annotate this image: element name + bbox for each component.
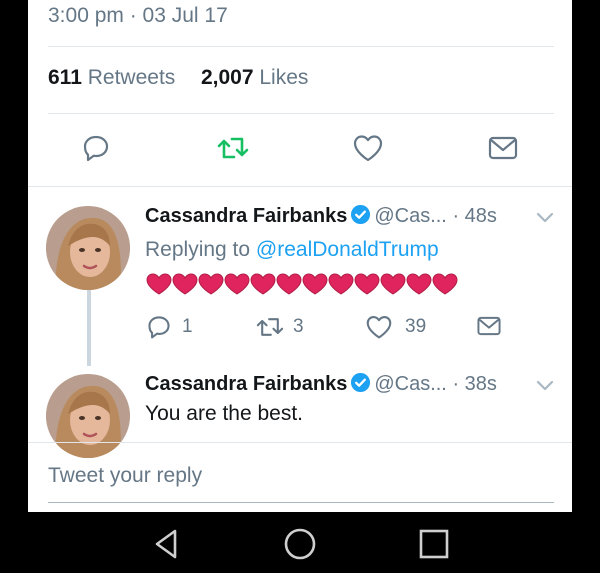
verified-badge-icon <box>351 372 371 393</box>
heart-emoji-icon <box>198 273 224 295</box>
retweets-stat[interactable]: 611 Retweets <box>48 66 175 89</box>
retweet-icon <box>217 137 249 159</box>
dm-action[interactable] <box>476 314 502 338</box>
reply-button[interactable] <box>76 126 116 170</box>
reply-input-underline <box>48 502 554 503</box>
android-nav-bar <box>0 512 600 573</box>
tweet-stats: 611 Retweets 2,007 Likes <box>48 66 308 90</box>
avatar[interactable] <box>46 206 130 290</box>
likes-stat[interactable]: 2,007 Likes <box>201 66 308 89</box>
chevron-down-icon[interactable] <box>536 212 554 224</box>
divider <box>48 46 554 47</box>
heart-emoji-icon <box>354 273 380 295</box>
tweet-timestamp: 3:00 pm · 03 Jul 17 <box>48 4 228 27</box>
heart-emoji-icon <box>432 273 458 295</box>
tweet-detail-screen: 3:00 pm · 03 Jul 17 611 Retweets 2,007 L… <box>28 0 572 512</box>
retweet-button[interactable] <box>213 126 253 170</box>
like-count: 39 <box>405 316 427 337</box>
retweets-label: Retweets <box>87 66 176 89</box>
heart-emoji-icon <box>224 273 250 295</box>
heart-emoji-icon <box>302 273 328 295</box>
likes-label: Likes <box>259 66 309 89</box>
reply-action[interactable]: 1 <box>146 314 193 340</box>
heart-emoji-icon <box>146 273 172 295</box>
retweet-action[interactable]: 3 <box>255 314 304 340</box>
dm-icon <box>488 136 518 160</box>
reply-header: Cassandra Fairbanks @Cas... · 38s <box>145 372 497 396</box>
retweet-icon <box>256 318 284 336</box>
reply-icon <box>83 135 109 162</box>
likes-count: 2,007 <box>200 66 254 89</box>
avatar[interactable] <box>46 374 130 458</box>
heart-emoji-icon <box>276 273 302 295</box>
handle[interactable]: @Cas... <box>374 205 447 227</box>
heart-emoji-icon <box>380 273 406 295</box>
dm-button[interactable] <box>483 126 523 170</box>
handle[interactable]: @Cas... <box>374 373 447 395</box>
tweet-reply-input[interactable]: Tweet your reply <box>48 464 202 488</box>
tweet-text: You are the best. <box>145 402 304 425</box>
display-name[interactable]: Cassandra Fairbanks <box>145 373 347 395</box>
like-icon <box>353 135 383 162</box>
tweet-actions-bar <box>28 126 572 176</box>
recents-icon[interactable] <box>416 526 452 562</box>
chevron-down-icon[interactable] <box>536 380 554 392</box>
like-button[interactable] <box>348 126 388 170</box>
heart-emoji-icon <box>406 273 432 295</box>
replying-prefix: Replying to <box>145 238 251 261</box>
reply-header: Cassandra Fairbanks @Cas... · 48s <box>145 204 497 228</box>
dm-icon <box>477 316 501 336</box>
heart-emoji-icon <box>328 273 354 295</box>
like-icon <box>366 315 392 339</box>
like-action[interactable]: 39 <box>365 314 426 340</box>
home-icon[interactable] <box>282 526 318 562</box>
heart-emoji-icon <box>172 273 198 295</box>
heart-emoji-icon <box>250 273 276 295</box>
reply-icon <box>148 316 170 339</box>
display-name[interactable]: Cassandra Fairbanks <box>145 205 347 227</box>
verified-badge-icon <box>351 204 371 225</box>
retweets-count: 611 <box>48 66 82 89</box>
reply-time: · 48s <box>452 205 497 227</box>
reply-count: 1 <box>182 316 193 337</box>
mention-link[interactable]: @realDonaldTrump <box>256 238 439 261</box>
reply-tweet[interactable]: Cassandra Fairbanks @Cas... · 38s You are… <box>28 366 572 458</box>
back-icon[interactable] <box>149 526 185 562</box>
retweet-count: 3 <box>293 316 304 337</box>
reply-time: · 38s <box>452 373 497 395</box>
reply-tweet[interactable]: Cassandra Fairbanks @Cas... · 48s Replyin… <box>28 186 572 366</box>
divider <box>48 113 554 114</box>
replying-to: Replying to @realDonaldTrump <box>145 238 439 262</box>
heart-emoji-row <box>145 272 458 296</box>
thread-line <box>87 290 91 366</box>
divider <box>28 442 572 443</box>
